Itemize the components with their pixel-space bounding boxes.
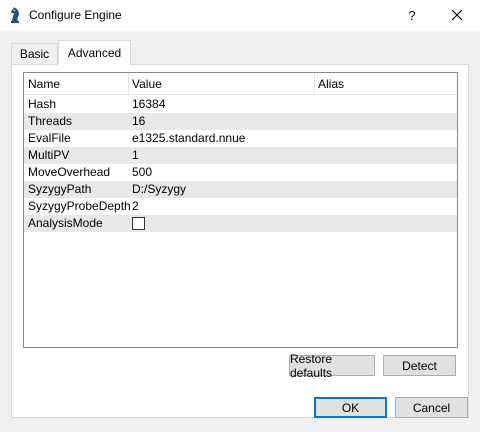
option-name: MultiPV: [28, 148, 70, 162]
ok-button[interactable]: OK: [314, 397, 387, 418]
table-row[interactable]: AnalysisMode: [24, 215, 457, 232]
option-alias[interactable]: [314, 198, 457, 215]
close-icon: [451, 9, 463, 21]
window-title: Configure Engine: [29, 8, 122, 22]
tab-basic[interactable]: Basic: [11, 43, 58, 64]
table-row[interactable]: SyzygyPath D:/Syzygy: [24, 181, 457, 198]
option-value[interactable]: 1: [128, 147, 314, 164]
table-row[interactable]: MoveOverhead 500: [24, 164, 457, 181]
option-value[interactable]: e1325.standard.nnue: [128, 130, 314, 147]
option-name: EvalFile: [28, 131, 71, 145]
option-alias[interactable]: [314, 164, 457, 181]
header-value[interactable]: Value: [128, 73, 314, 95]
restore-defaults-button[interactable]: Restore defaults: [289, 352, 375, 380]
table-row[interactable]: Hash 16384: [24, 96, 457, 113]
option-alias[interactable]: [314, 147, 457, 164]
help-button[interactable]: ?: [398, 4, 426, 26]
table-row[interactable]: SyzygyProbeDepth 2: [24, 198, 457, 215]
option-value[interactable]: 16384: [128, 96, 314, 113]
header-name[interactable]: Name: [24, 73, 128, 95]
options-table[interactable]: Name Value Alias Hash 16384 Threads 16 E…: [23, 72, 458, 348]
table-row[interactable]: MultiPV 1: [24, 147, 457, 164]
option-name: SyzygyPath: [28, 182, 92, 196]
option-alias[interactable]: [314, 96, 457, 113]
option-name: Hash: [28, 97, 57, 111]
option-name: SyzygyProbeDepth: [28, 199, 131, 213]
header-alias[interactable]: Alias: [314, 73, 457, 95]
table-header: Name Value Alias: [24, 73, 457, 95]
table-row[interactable]: EvalFile e1325.standard.nnue: [24, 130, 457, 147]
chess-knight-icon: [11, 7, 19, 23]
option-alias[interactable]: [314, 130, 457, 147]
option-value[interactable]: 16: [128, 113, 314, 130]
tab-advanced[interactable]: Advanced: [58, 40, 131, 65]
title-bar: Configure Engine ?: [0, 0, 480, 31]
advanced-panel: Name Value Alias Hash 16384 Threads 16 E…: [11, 64, 469, 418]
table-row[interactable]: Threads 16: [24, 113, 457, 130]
option-name: Threads: [28, 114, 73, 128]
option-alias[interactable]: [314, 113, 457, 130]
option-alias[interactable]: [314, 181, 457, 198]
detect-button[interactable]: Detect: [383, 355, 456, 376]
close-button[interactable]: [443, 4, 471, 26]
option-value[interactable]: 500: [128, 164, 314, 181]
option-value[interactable]: 2: [128, 198, 314, 215]
option-value[interactable]: D:/Syzygy: [128, 181, 314, 198]
option-name: MoveOverhead: [28, 165, 111, 179]
option-name: AnalysisMode: [28, 216, 103, 230]
analysis-mode-checkbox[interactable]: [132, 217, 145, 230]
option-alias[interactable]: [314, 215, 457, 232]
dialog-body: Basic Advanced Name Value Alias Hash 163…: [0, 31, 480, 432]
cancel-button[interactable]: Cancel: [395, 397, 468, 418]
